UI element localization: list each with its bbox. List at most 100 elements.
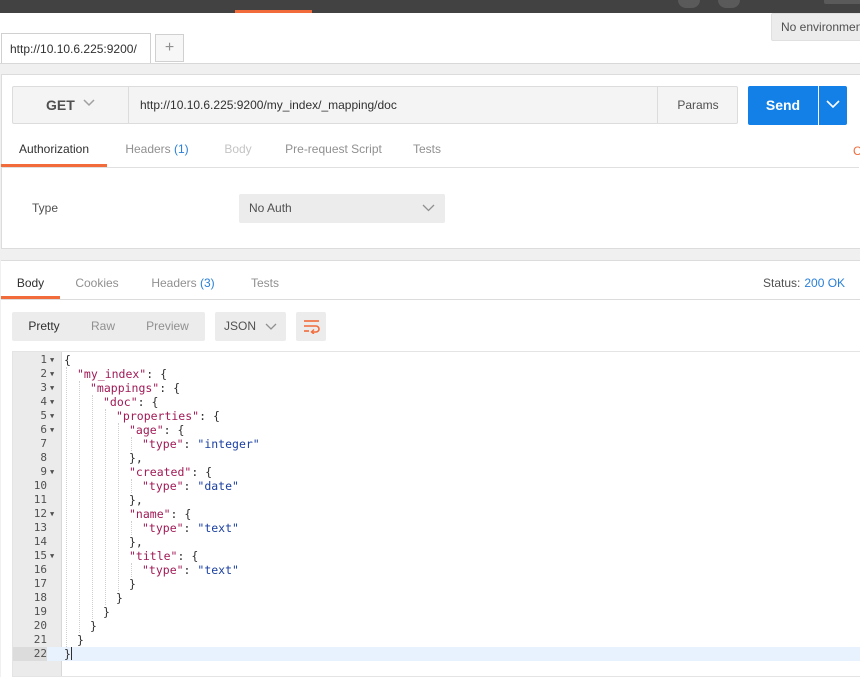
code-text: }: [77, 633, 84, 647]
code-line: 8},: [13, 451, 860, 465]
line-number: 2: [40, 367, 47, 380]
code-text: },: [129, 535, 143, 549]
params-button[interactable]: Params: [657, 87, 738, 123]
wrap-lines-button[interactable]: [296, 312, 326, 341]
indent-guide: [79, 381, 80, 633]
line-number: 9: [40, 465, 47, 478]
line-number: 1: [40, 353, 47, 366]
line-number: 10: [33, 479, 47, 492]
code-text: "properties": {: [116, 409, 220, 423]
url-bar: GET http://10.10.6.225:9200/my_index/_ma…: [12, 86, 738, 124]
code-text: "title": {: [129, 549, 199, 563]
tab-tests[interactable]: Tests: [405, 137, 449, 166]
code-line: 14},: [13, 535, 860, 549]
view-raw[interactable]: Raw: [76, 312, 130, 341]
fold-arrow-icon[interactable]: ▼: [50, 549, 54, 563]
code-text: },: [129, 493, 143, 507]
chevron-down-icon: [422, 204, 435, 212]
code-line: 12 ▼ "name": {: [13, 507, 860, 521]
code-text: "type": "text": [142, 563, 239, 577]
line-number: 15: [33, 549, 47, 562]
line-number: 20: [33, 619, 47, 632]
code-line: 20}: [13, 619, 860, 633]
code-line: 1 ▼ {: [13, 353, 860, 367]
indent-guide: [131, 479, 132, 493]
send-options-button[interactable]: [819, 86, 847, 125]
line-number: 18: [33, 591, 47, 604]
indent-guide: [131, 437, 132, 451]
request-tab[interactable]: http://10.10.6.225:9200/: [1, 33, 151, 63]
fold-arrow-icon[interactable]: ▼: [50, 507, 54, 521]
method-select[interactable]: GET: [13, 87, 129, 123]
code-text: }: [64, 647, 71, 661]
line-number: 8: [40, 451, 47, 464]
fold-arrow-icon[interactable]: ▼: [50, 409, 54, 423]
chevron-down-icon: [265, 323, 277, 330]
method-label: GET: [46, 97, 75, 113]
line-number: 13: [33, 521, 47, 534]
environment-select[interactable]: No environment: [771, 13, 860, 41]
response-tab-headers[interactable]: Headers (3): [143, 261, 223, 299]
indent-guide: [131, 563, 132, 577]
tab-authorization[interactable]: Authorization: [1, 137, 107, 167]
code-text: "name": {: [129, 507, 192, 521]
fold-arrow-icon[interactable]: ▼: [50, 381, 54, 395]
indent-guide: [118, 423, 119, 591]
fold-arrow-icon[interactable]: ▼: [50, 395, 54, 409]
fold-arrow-icon[interactable]: ▼: [50, 367, 54, 381]
line-number: 17: [33, 577, 47, 590]
new-tab-button[interactable]: +: [155, 34, 184, 62]
line-number: 11: [33, 493, 47, 506]
tab-headers[interactable]: Headers (1): [115, 137, 199, 166]
fold-arrow-icon[interactable]: ▼: [50, 353, 54, 367]
code-line: 4 ▼ "doc": {: [13, 395, 860, 409]
status-code: 200 OK: [804, 276, 846, 290]
response-tab-body[interactable]: Body: [1, 261, 60, 299]
code-line: 9 ▼ "created": {: [13, 465, 860, 479]
divider: [0, 63, 860, 64]
tab-pre-request-script[interactable]: Pre-request Script: [276, 137, 391, 166]
chevron-down-icon: [826, 100, 840, 109]
line-number: 4: [40, 395, 47, 408]
code-line: 21}: [13, 633, 860, 647]
text-cursor: [71, 647, 72, 660]
code-line: 19}: [13, 605, 860, 619]
tab-body[interactable]: Body: [215, 137, 261, 166]
response-status: Status: 200 OK: [763, 276, 846, 290]
indent-guide: [92, 395, 93, 619]
response-tabs: Body Cookies Headers (3) Tests: [1, 260, 860, 300]
view-pretty[interactable]: Pretty: [12, 312, 76, 341]
line-number: 12: [33, 507, 47, 520]
auth-type-label: Type: [32, 201, 59, 215]
code-text: "age": {: [129, 423, 185, 437]
view-mode-selector: Pretty Raw Preview: [12, 312, 205, 341]
code-text: }: [116, 591, 123, 605]
window-control[interactable]: [678, 0, 700, 8]
code-line: 10 "type": "date": [13, 479, 860, 493]
code-text: }: [129, 577, 136, 591]
cookies-link-truncated[interactable]: C: [853, 137, 860, 165]
indent-guide: [105, 409, 106, 605]
line-number: 21: [33, 633, 47, 646]
fold-arrow-icon[interactable]: ▼: [50, 423, 54, 437]
code-text: "created": {: [129, 465, 213, 479]
code-line: 2 ▼ "my_index": {: [13, 367, 860, 381]
fold-arrow-icon[interactable]: ▼: [50, 465, 54, 479]
window-control[interactable]: [824, 0, 860, 4]
code-text: "mappings": {: [90, 381, 181, 395]
auth-type-select[interactable]: No Auth: [239, 194, 445, 223]
response-tab-tests[interactable]: Tests: [244, 261, 286, 299]
window-control[interactable]: [718, 0, 740, 8]
code-line: 18}: [13, 591, 860, 605]
url-input[interactable]: http://10.10.6.225:9200/my_index/_mappin…: [129, 87, 657, 123]
code-line: 17}: [13, 577, 860, 591]
response-body-editor[interactable]: 1 ▼{2 ▼ "my_index": {3 ▼ "mappings": {4 ▼ "doc"…: [12, 351, 860, 677]
send-button[interactable]: Send: [748, 86, 818, 125]
code-text: }: [90, 619, 97, 633]
code-text: "my_index": {: [77, 367, 168, 381]
view-preview[interactable]: Preview: [130, 312, 205, 341]
code-line: 5 ▼ "properties": {: [13, 409, 860, 423]
line-number: 3: [40, 381, 47, 394]
format-select[interactable]: JSON: [215, 312, 286, 341]
response-tab-cookies[interactable]: Cookies: [71, 261, 123, 299]
